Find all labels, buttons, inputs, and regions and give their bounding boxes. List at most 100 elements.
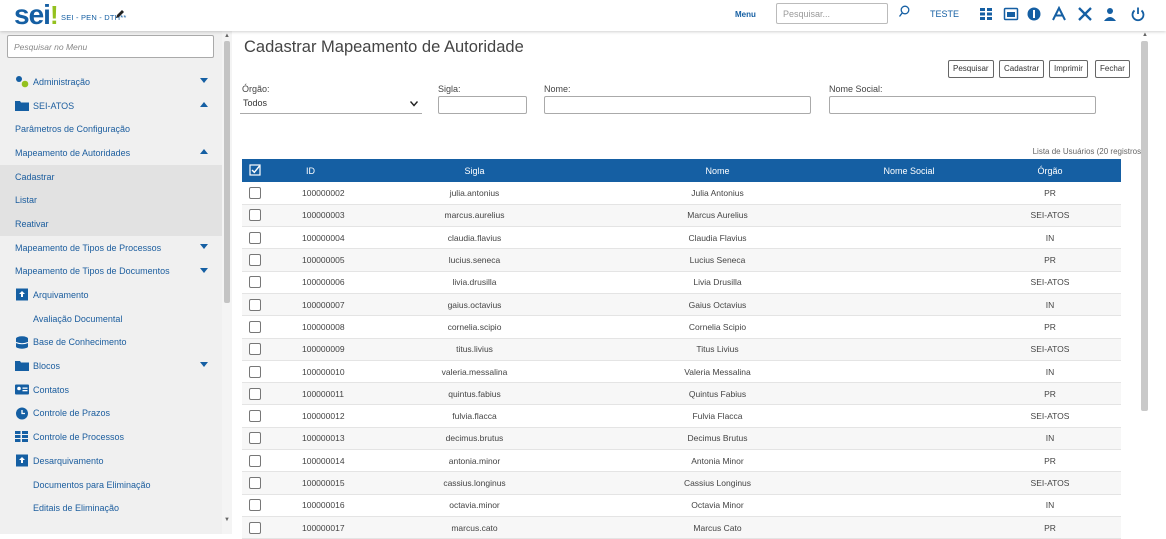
row-checkbox[interactable] (249, 387, 261, 400)
table-row[interactable]: 100000007 gaius.octavius Gaius Octavius IN (242, 293, 1121, 317)
global-search-input[interactable] (776, 3, 888, 24)
table-row[interactable]: 100000003 marcus.aurelius Marcus Aurelius S… (242, 204, 1121, 228)
row-checkbox-cell[interactable] (242, 382, 268, 406)
user-name[interactable]: TESTE (930, 9, 959, 19)
row-checkbox[interactable] (249, 499, 261, 512)
user-icon[interactable] (1102, 6, 1118, 22)
sidebar-scrollbar[interactable]: ▲ ▼ (222, 31, 232, 534)
row-checkbox[interactable] (249, 343, 261, 356)
row-checkbox-cell[interactable] (242, 315, 268, 339)
table-row[interactable]: 100000002 julia.antonius Julia Antonius PR (242, 182, 1121, 205)
row-checkbox[interactable] (249, 320, 261, 333)
scroll-down-arrow-icon[interactable]: ▼ (224, 517, 230, 523)
row-checkbox-cell[interactable] (242, 494, 268, 517)
sidebar-item-parametros[interactable]: Parâmetros de Configuração (0, 117, 222, 141)
nome-input[interactable] (544, 96, 811, 114)
orgao-select[interactable]: Todos (240, 96, 422, 114)
sidebar-item-blocos[interactable]: Blocos (0, 354, 222, 378)
row-checkbox[interactable] (249, 432, 261, 445)
row-checkbox[interactable] (249, 521, 261, 534)
row-checkbox-cell[interactable] (242, 404, 268, 428)
fechar-button[interactable]: Fechar (1095, 60, 1130, 78)
select-all-header[interactable] (242, 159, 268, 182)
table-row[interactable]: 100000011 quintus.fabius Quintus Fabius PR (242, 382, 1121, 406)
select-all-checkbox-icon[interactable] (249, 163, 261, 176)
column-header-id[interactable]: ID (268, 159, 353, 182)
row-checkbox[interactable] (249, 209, 261, 222)
column-header-nome-social[interactable]: Nome Social (839, 159, 979, 182)
sidebar-item-controle-processos[interactable]: Controle de Processos (0, 425, 222, 449)
imprimir-button[interactable]: Imprimir (1049, 60, 1088, 78)
row-checkbox-cell[interactable] (242, 449, 268, 473)
nome-social-input[interactable] (829, 96, 1096, 114)
table-row[interactable]: 100000008 cornelia.scipio Cornelia Scipio P… (242, 315, 1121, 339)
sidebar-item-mapeamento-autoridades[interactable]: Mapeamento de Autoridades (0, 141, 222, 165)
sidebar-item-arquivamento[interactable]: Arquivamento (0, 283, 222, 307)
row-checkbox-cell[interactable] (242, 182, 268, 205)
row-checkbox-cell[interactable] (242, 226, 268, 250)
pencil-icon[interactable] (115, 9, 125, 19)
power-icon[interactable] (1130, 6, 1146, 22)
tools-icon[interactable] (1077, 6, 1093, 22)
sidebar-item-cadastrar[interactable]: Cadastrar (0, 164, 222, 189)
table-row[interactable]: 100000010 valeria.messalina Valeria Messal… (242, 360, 1121, 384)
sidebar-item-controle-prazos[interactable]: Controle de Prazos (0, 402, 222, 426)
row-checkbox-cell[interactable] (242, 471, 268, 495)
page-scrollbar[interactable]: ▲ (1140, 31, 1150, 534)
sidebar-item-sei-atos[interactable]: SEI-ATOS (0, 94, 222, 118)
table-row[interactable]: 100000009 titus.livius Titus Livius SEI-ATO… (242, 338, 1121, 361)
table-row[interactable]: 100000004 claudia.flavius Claudia Flavius I… (242, 226, 1121, 250)
row-checkbox[interactable] (249, 410, 261, 423)
scroll-up-arrow-icon[interactable]: ▲ (224, 33, 230, 39)
table-row[interactable]: 100000015 cassius.longinus Cassius Longinu… (242, 471, 1121, 495)
search-icon[interactable] (898, 5, 910, 19)
sigla-input[interactable] (438, 96, 527, 114)
sidebar-item-editais-eliminacao[interactable]: Editais de Eliminação (0, 496, 222, 520)
row-checkbox[interactable] (249, 231, 261, 244)
menu-link[interactable]: Menu (735, 10, 756, 19)
column-header-sigla[interactable]: Sigla (353, 159, 596, 182)
sidebar-scrollbar-thumb[interactable] (224, 41, 230, 303)
font-size-icon[interactable] (1051, 6, 1067, 22)
page-scrollbar-thumb[interactable] (1141, 41, 1148, 411)
sidebar-item-mapeamento-tipos-processos[interactable]: Mapeamento de Tipos de Processos (0, 236, 222, 260)
row-checkbox[interactable] (249, 298, 261, 311)
calendar-icon[interactable] (1003, 6, 1019, 22)
sidebar-item-listar[interactable]: Listar (0, 188, 222, 213)
row-checkbox-cell[interactable] (242, 427, 268, 451)
cadastrar-button[interactable]: Cadastrar (999, 60, 1045, 78)
column-header-orgao[interactable]: Órgão (979, 159, 1121, 182)
row-checkbox-cell[interactable] (242, 248, 268, 272)
row-checkbox[interactable] (249, 186, 261, 199)
table-row[interactable]: 100000005 lucius.seneca Lucius Seneca PR (242, 248, 1121, 272)
table-row[interactable]: 100000012 fulvia.flacca Fulvia Flacca SEI-A… (242, 404, 1121, 428)
sei-logo[interactable]: sei! (14, 0, 59, 30)
row-checkbox[interactable] (249, 276, 261, 289)
table-row[interactable]: 100000013 decimus.brutus Decimus Brutus IN (242, 427, 1121, 451)
sidebar-item-avaliacao-documental[interactable]: Avaliação Documental (0, 307, 222, 331)
row-checkbox-cell[interactable] (242, 360, 268, 384)
table-row[interactable]: 100000017 marcus.cato Marcus Cato PR (242, 516, 1121, 539)
pesquisar-button[interactable]: Pesquisar (948, 60, 994, 78)
row-checkbox[interactable] (249, 254, 261, 267)
shield-icon[interactable] (1026, 6, 1042, 22)
sidebar-item-base-conhecimento[interactable]: Base de Conhecimento (0, 331, 222, 355)
row-checkbox[interactable] (249, 454, 261, 467)
row-checkbox-cell[interactable] (242, 204, 268, 228)
grid-icon[interactable] (978, 6, 994, 22)
sidebar-item-reativar[interactable]: Reativar (0, 212, 222, 236)
row-checkbox-cell[interactable] (242, 271, 268, 294)
table-row[interactable]: 100000006 livia.drusilla Livia Drusilla SEI… (242, 271, 1121, 294)
row-checkbox-cell[interactable] (242, 516, 268, 539)
column-header-nome[interactable]: Nome (596, 159, 839, 182)
row-checkbox-cell[interactable] (242, 338, 268, 361)
sidebar-item-mapeamento-tipos-documentos[interactable]: Mapeamento de Tipos de Documentos (0, 260, 222, 284)
sidebar-item-desarquivamento[interactable]: Desarquivamento (0, 449, 222, 473)
row-checkbox[interactable] (249, 365, 261, 378)
menu-search-input[interactable] (7, 35, 214, 58)
sidebar-item-contatos[interactable]: Contatos (0, 378, 222, 402)
scroll-up-arrow-icon[interactable]: ▲ (1142, 32, 1148, 38)
table-row[interactable]: 100000016 octavia.minor Octavia Minor IN (242, 494, 1121, 517)
sidebar-item-administracao[interactable]: Administração (0, 70, 222, 94)
row-checkbox[interactable] (249, 477, 261, 489)
